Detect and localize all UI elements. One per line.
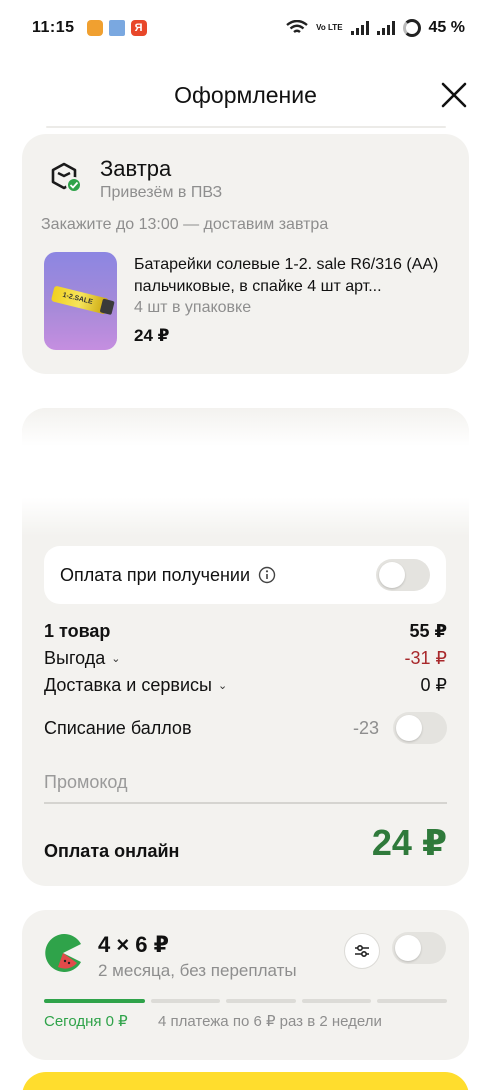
split-title: 4 × 6 ₽ (98, 932, 169, 957)
benefit-value: -31 ₽ (404, 648, 447, 668)
points-row: Списание баллов -23 (44, 712, 447, 744)
product-name[interactable]: Батарейки солевые 1-2. sale R6/316 (AA) … (134, 254, 454, 298)
wifi-icon (286, 20, 308, 33)
items-value: 55 ₽ (409, 621, 447, 641)
chevron-down-icon: ⌄ (111, 653, 121, 665)
delivery-title: Завтра (100, 156, 172, 181)
close-button[interactable] (439, 80, 469, 110)
benefit-row[interactable]: Выгода ⌄ -31 ₽ (44, 648, 447, 669)
header-divider (46, 126, 446, 128)
volte-indicator: Vo LTE (316, 23, 343, 32)
app-notification-icon (86, 20, 103, 36)
status-time: 11:15 (32, 19, 75, 36)
progress-step (301, 999, 372, 1003)
split-toggle[interactable] (392, 932, 446, 964)
progress-step (150, 999, 221, 1003)
page-header: Оформление (0, 70, 491, 120)
status-indicators: Vo LTE 45 % (286, 19, 465, 37)
product-pack: 4 шт в упаковке (134, 299, 252, 316)
delivery-subtitle: Привезём в ПВЗ (100, 184, 223, 201)
status-bar: 11:15 Я Vo LTE 45 % (0, 0, 491, 56)
delivery-services-value: 0 ₽ (420, 675, 447, 695)
delivery-services-label: Доставка и сервисы (44, 675, 212, 695)
cash-on-delivery-toggle[interactable] (376, 559, 430, 591)
signal-icon (350, 21, 369, 35)
split-plan: 4 платежа по 6 ₽ раз в 2 недели (158, 1013, 382, 1030)
split-payment-card[interactable]: 4 × 6 ₽ 2 месяца, без переплаты Сегодня … (22, 910, 469, 1060)
sliders-icon (355, 944, 369, 958)
split-watermelon-icon (45, 934, 81, 972)
items-label: 1 товар (44, 621, 111, 641)
benefit-label: Выгода (44, 648, 106, 668)
info-icon[interactable] (258, 566, 276, 584)
split-subtitle: 2 месяца, без переплаты (98, 961, 297, 980)
page-title: Оформление (174, 81, 317, 108)
delivery-note: Закажите до 13:00 — доставим завтра (41, 216, 329, 233)
close-icon (441, 82, 467, 108)
pay-online-label: Оплата онлайн (44, 841, 180, 861)
delivery-services-row[interactable]: Доставка и сервисы ⌄ 0 ₽ (44, 675, 447, 696)
progress-step (44, 999, 145, 1003)
product-image[interactable]: 1-2.SALE (44, 252, 117, 350)
order-summary-card: Оплата при получении 1 товар 55 ₽ Выгода… (22, 408, 469, 886)
points-toggle[interactable] (393, 712, 447, 744)
progress-step (377, 999, 448, 1003)
blurred-area (22, 408, 469, 536)
pickup-point-icon (51, 162, 82, 193)
yandex-notification-icon: Я (130, 20, 147, 36)
battery-percent: 45 % (428, 19, 465, 36)
battery-product-picture: 1-2.SALE (50, 285, 110, 315)
battery-icon (402, 19, 421, 37)
promo-code-input[interactable]: Промокод (44, 768, 447, 804)
product-price: 24 ₽ (134, 326, 170, 345)
points-value: -23 (352, 717, 379, 738)
pay-total: 24 ₽ (371, 822, 447, 863)
split-today: Сегодня 0 ₽ (44, 1013, 128, 1030)
items-row: 1 товар 55 ₽ (44, 621, 447, 642)
delivery-card[interactable]: Завтра Привезём в ПВЗ Закажите до 13:00 … (22, 134, 469, 374)
chevron-down-icon: ⌄ (217, 680, 228, 692)
split-progress (44, 999, 448, 1003)
checkout-button[interactable] (22, 1072, 469, 1090)
points-label: Списание баллов (44, 717, 192, 738)
split-settings-button[interactable] (344, 933, 380, 969)
app-notification-icon (108, 20, 125, 36)
signal-icon (376, 21, 395, 35)
cash-on-delivery-row[interactable]: Оплата при получении (44, 546, 446, 604)
status-app-icons: Я (86, 20, 147, 36)
cash-on-delivery-label: Оплата при получении (60, 564, 251, 585)
progress-step (226, 999, 296, 1003)
